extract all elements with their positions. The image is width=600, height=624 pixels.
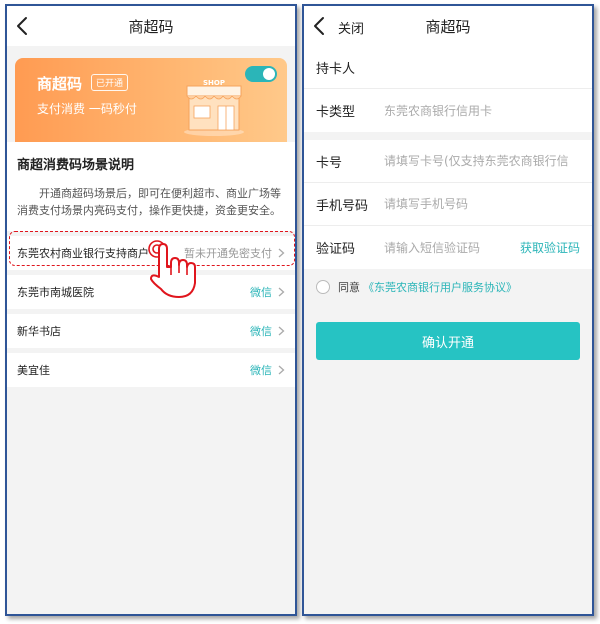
merchant-name: 东莞市南城医院 [17, 286, 94, 299]
chevron-right-icon [278, 248, 285, 258]
merchant-name: 新华书店 [17, 325, 61, 338]
shop-illustration-icon: SHOP [184, 79, 244, 136]
holder-row: 持卡人 [304, 46, 592, 89]
card-subtitle: 支付消费 一码秒付 [37, 102, 137, 116]
phone-input[interactable] [384, 197, 580, 211]
input-group: 卡号 手机号码 验证码 获取验证码 [304, 140, 592, 269]
back-arrow-icon[interactable] [13, 15, 33, 37]
page-title: 商超码 [128, 17, 174, 36]
top-nav-bar: 关闭 商超码 [304, 6, 592, 46]
card-number-input[interactable] [384, 154, 580, 168]
status-badge: 已开通 [91, 74, 129, 91]
card-title: 商超码 [37, 75, 83, 93]
agreement-row: 同意 《东莞农商银行用户服务协议》 [304, 269, 592, 305]
agree-radio[interactable] [316, 280, 330, 294]
card-number-label: 卡号 [316, 155, 343, 171]
card-type-row: 卡类型 东莞农商银行信用卡 [304, 89, 592, 132]
get-code-button[interactable]: 获取验证码 [520, 239, 580, 256]
merchant-status: 微信 [250, 364, 272, 377]
phone-row: 手机号码 [304, 183, 592, 226]
merchant-status: 微信 [250, 325, 272, 338]
card-type-label: 卡类型 [316, 105, 356, 120]
hero-card-wrapper: 商超码 已开通 支付消费 一码秒付 SHOP [7, 46, 295, 142]
chevron-right-icon [278, 365, 285, 375]
shop-sign-text: SHOP [203, 79, 225, 87]
description-text: 开通商超码场景后，即可在便利超市、商业广场等消费支付场景内亮码支付，操作更快捷，… [17, 187, 281, 217]
card-type-value: 东莞农商银行信用卡 [384, 104, 493, 118]
chevron-right-icon [278, 287, 285, 297]
toggle-knob [263, 68, 275, 80]
left-phone-screen: 商超码 商超码 已开通 支付消费 一码秒付 SHOP 商超消费码场景说明 开通商… [5, 4, 297, 616]
description-title: 商超消费码场景说明 [17, 158, 135, 173]
tap-hand-icon [148, 240, 196, 298]
close-button[interactable]: 关闭 [338, 18, 364, 37]
confirm-button[interactable]: 确认开通 [316, 322, 580, 360]
back-arrow-icon[interactable] [310, 15, 330, 37]
enable-toggle[interactable] [245, 66, 277, 82]
code-row: 验证码 获取验证码 [304, 226, 592, 269]
right-phone-screen: 关闭 商超码 持卡人 卡类型 东莞农商银行信用卡 卡号 手机号码 验证码 获取验… [302, 4, 594, 616]
top-nav-bar: 商超码 [7, 6, 295, 46]
page-title: 商超码 [425, 17, 471, 36]
merchant-status: 微信 [250, 286, 272, 299]
holder-label: 持卡人 [316, 61, 356, 77]
scene-description-card: 商超消费码场景说明 开通商超码场景后，即可在便利超市、商业广场等消费支付场景内亮… [7, 142, 295, 231]
sms-code-input[interactable] [384, 240, 520, 255]
merchant-row-bookstore[interactable]: 新华书店 微信 [7, 314, 295, 348]
card-info-group: 持卡人 卡类型 东莞农商银行信用卡 [304, 46, 592, 132]
phone-label: 手机号码 [316, 198, 369, 214]
chevron-right-icon [278, 326, 285, 336]
agree-text: 同意 [338, 281, 360, 294]
agreement-link[interactable]: 《东莞农商银行用户服务协议》 [363, 279, 517, 295]
code-label: 验证码 [316, 242, 356, 257]
merchant-name: 美宜佳 [17, 364, 50, 377]
card-number-row: 卡号 [304, 140, 592, 183]
merchant-row-meiyijia[interactable]: 美宜佳 微信 [7, 353, 295, 387]
code-feature-card: 商超码 已开通 支付消费 一码秒付 SHOP [15, 58, 287, 142]
